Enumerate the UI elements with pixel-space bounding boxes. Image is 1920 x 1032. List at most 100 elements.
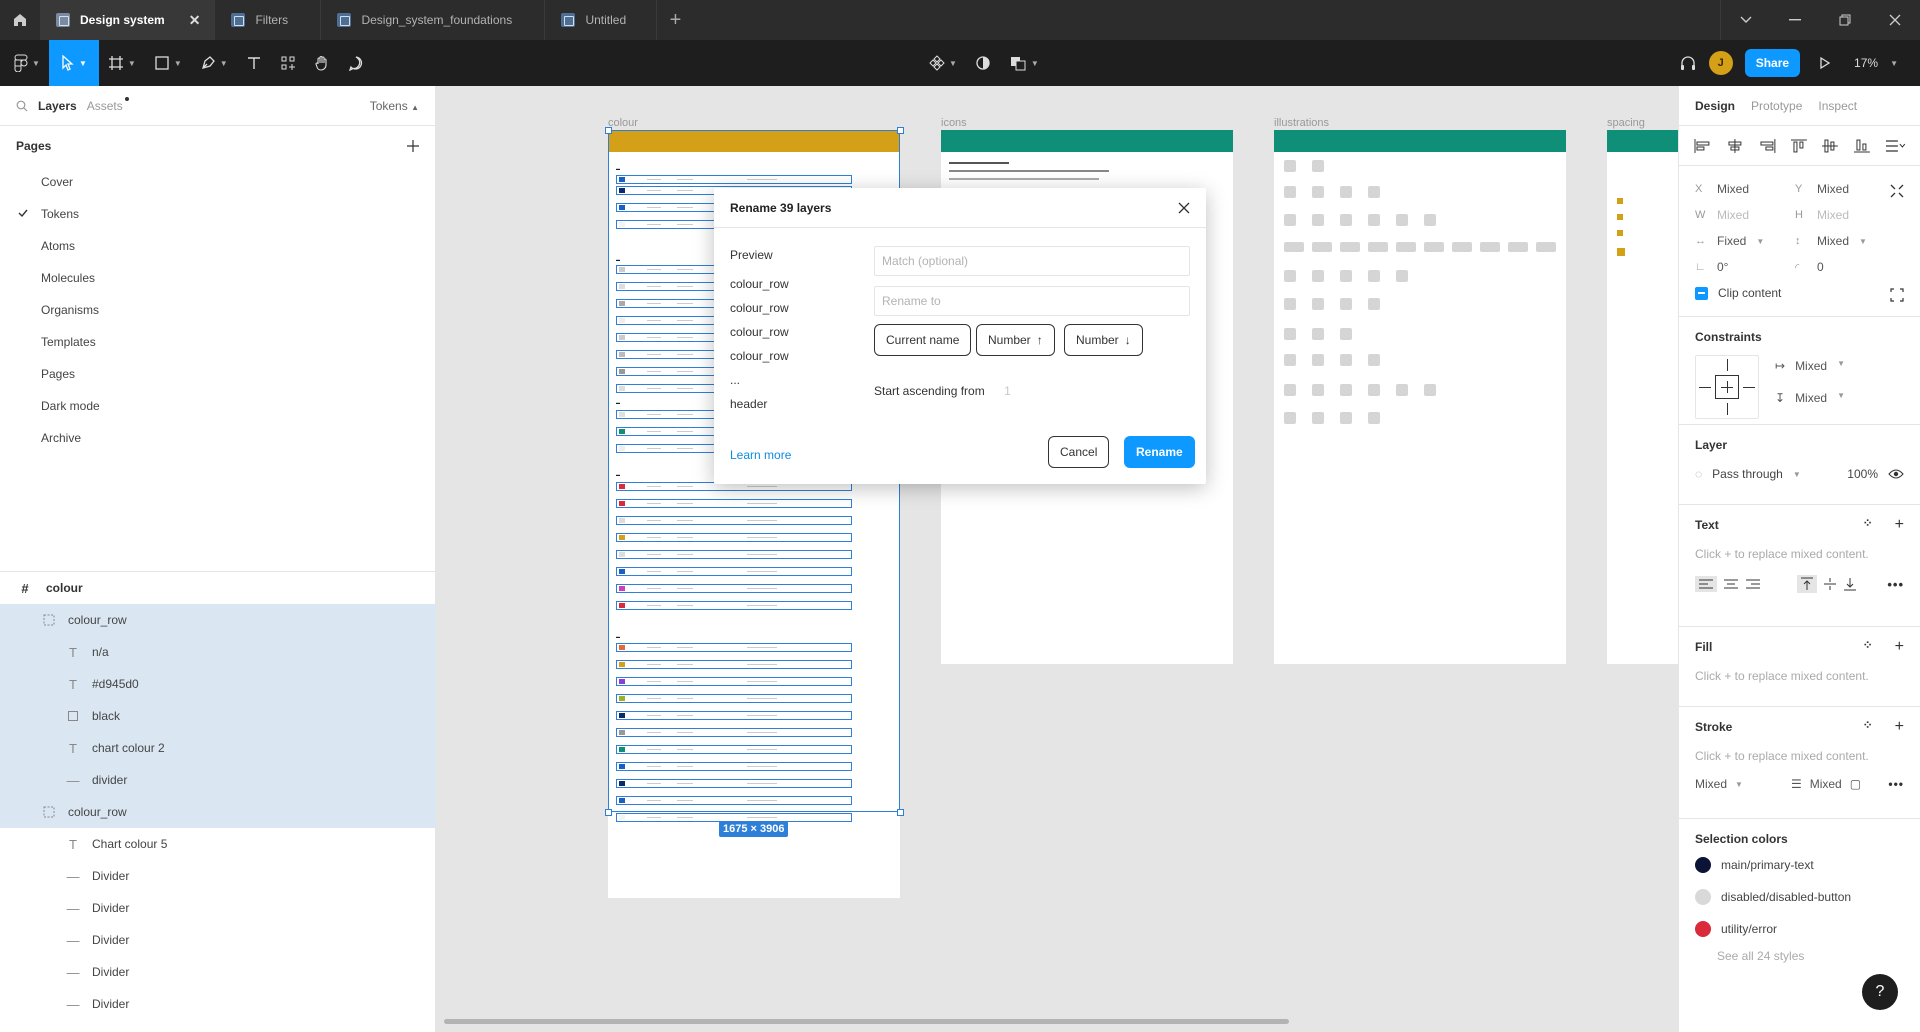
constraint-left[interactable]	[1699, 387, 1711, 388]
horizontal-scrollbar[interactable]	[444, 1019, 1289, 1024]
illustration-thumbnail[interactable]	[1340, 328, 1352, 340]
text-align-left-icon[interactable]	[1695, 576, 1717, 592]
board-label-colour[interactable]: colour	[608, 117, 638, 129]
style-grid-icon[interactable]: ⁘	[1863, 516, 1873, 534]
illustration-thumbnail[interactable]	[1396, 270, 1408, 282]
illustration-thumbnail[interactable]	[1368, 412, 1380, 424]
horizontal-constraint-select[interactable]: ↦ Mixed ▼	[1775, 359, 1845, 373]
resize-handle[interactable]	[605, 809, 612, 816]
close-tab-icon[interactable]: ✕	[189, 12, 201, 29]
illustration-thumbnail[interactable]	[1312, 186, 1324, 198]
board-illustrations[interactable]	[1274, 130, 1566, 664]
layer-frame-colour[interactable]: # colour	[0, 572, 436, 604]
illustration-thumbnail[interactable]	[1312, 412, 1324, 424]
tab-design-system[interactable]: Design system ✕	[40, 0, 216, 40]
layer-colour-row[interactable]: colour_row	[0, 796, 436, 828]
rotation-field[interactable]: ∟ 0°	[1695, 260, 1795, 274]
illustration-thumbnail[interactable]	[1284, 384, 1296, 396]
add-page-plus-icon[interactable]	[407, 140, 419, 152]
more-options-icon[interactable]: •••	[1888, 777, 1904, 791]
illustration-thumbnail[interactable]	[1284, 412, 1296, 424]
layer-text-chart-colour-5[interactable]: T Chart colour 5	[0, 828, 436, 860]
illustration-thumbnail[interactable]	[1340, 412, 1352, 424]
tab-design-system-foundations[interactable]: Design_system_foundations	[321, 0, 546, 40]
rename-button[interactable]: Rename	[1124, 436, 1195, 468]
constraint-top[interactable]	[1727, 359, 1728, 371]
board-label-spacing[interactable]: spacing	[1607, 117, 1645, 129]
minimize-icon[interactable]	[1770, 0, 1820, 40]
page-item-archive[interactable]: Archive	[0, 422, 435, 454]
illustration-thumbnail[interactable]	[1480, 242, 1500, 252]
cancel-button[interactable]: Cancel	[1048, 436, 1110, 468]
illustration-thumbnail[interactable]	[1396, 242, 1416, 252]
add-stroke-plus-icon[interactable]: +	[1895, 718, 1904, 736]
text-align-center-icon[interactable]	[1723, 578, 1739, 590]
board-label-illustrations[interactable]: illustrations	[1274, 117, 1329, 129]
illustration-thumbnail[interactable]	[1368, 214, 1380, 226]
resize-handle[interactable]	[897, 127, 904, 134]
illustration-thumbnail[interactable]	[1284, 298, 1296, 310]
illustration-thumbnail[interactable]	[1536, 242, 1556, 252]
illustration-thumbnail[interactable]	[1284, 270, 1296, 282]
avatar[interactable]: J	[1708, 51, 1733, 75]
page-item-organisms[interactable]: Organisms	[0, 294, 435, 326]
align-left-icon[interactable]	[1693, 138, 1713, 154]
layer-colour-row[interactable]: colour_row	[0, 604, 436, 636]
w-field[interactable]: W Mixed	[1695, 208, 1795, 222]
close-icon[interactable]	[1178, 202, 1190, 214]
blend-mode-select[interactable]: Pass through	[1712, 467, 1783, 481]
illustration-thumbnail[interactable]	[1312, 298, 1324, 310]
text-tool-button[interactable]	[237, 40, 271, 86]
new-tab-plus-icon[interactable]: +	[657, 0, 693, 40]
illustration-thumbnail[interactable]	[1396, 214, 1408, 226]
resources-tool-button[interactable]	[271, 40, 305, 86]
radius-field[interactable]: ◜ 0	[1795, 260, 1895, 274]
illustration-thumbnail[interactable]	[1284, 186, 1296, 198]
page-item-molecules[interactable]: Molecules	[0, 262, 435, 294]
text-align-right-icon[interactable]	[1745, 578, 1761, 590]
constrain-proportions-icon[interactable]	[1890, 184, 1904, 198]
illustration-thumbnail[interactable]	[1284, 214, 1296, 226]
stroke-weight-value[interactable]: Mixed	[1810, 777, 1842, 791]
align-right-icon[interactable]	[1757, 138, 1777, 154]
tab-prototype[interactable]: Prototype	[1751, 99, 1802, 113]
constraint-right[interactable]	[1743, 387, 1755, 388]
layer-text-na[interactable]: T n/a	[0, 636, 436, 668]
search-icon[interactable]	[16, 100, 28, 112]
illustration-thumbnail[interactable]	[1284, 160, 1296, 172]
illustration-thumbnail[interactable]	[1368, 384, 1380, 396]
page-switcher[interactable]: Tokens ▲	[370, 99, 419, 113]
illustration-thumbnail[interactable]	[1424, 242, 1444, 252]
vertical-constraint-select[interactable]: ↧ Mixed ▼	[1775, 391, 1845, 405]
illustration-thumbnail[interactable]	[1284, 328, 1296, 340]
vertical-align-middle-icon[interactable]	[1823, 577, 1837, 591]
layer-line-divider[interactable]: — Divider	[0, 988, 436, 1020]
layer-text-hex[interactable]: T #d945d0	[0, 668, 436, 700]
learn-more-link[interactable]: Learn more	[730, 448, 791, 462]
constraint-center-h[interactable]	[1721, 387, 1733, 388]
vertical-align-bottom-icon[interactable]	[1843, 577, 1857, 591]
share-button[interactable]: Share	[1744, 49, 1801, 77]
illustration-thumbnail[interactable]	[1312, 242, 1332, 252]
illustration-thumbnail[interactable]	[1312, 270, 1324, 282]
illustration-thumbnail[interactable]	[1424, 384, 1436, 396]
hand-tool-button[interactable]	[305, 40, 339, 86]
opacity-value[interactable]: 100%	[1847, 467, 1878, 481]
illustration-thumbnail[interactable]	[1368, 186, 1380, 198]
illustration-thumbnail[interactable]	[1340, 242, 1360, 252]
align-center-h-icon[interactable]	[1725, 138, 1745, 154]
illustration-thumbnail[interactable]	[1340, 186, 1352, 198]
comment-tool-button[interactable]	[339, 40, 373, 86]
page-item-pages[interactable]: Pages	[0, 358, 435, 390]
illustration-thumbnail[interactable]	[1312, 328, 1324, 340]
align-middle-v-icon[interactable]	[1820, 138, 1840, 154]
mask-button[interactable]	[966, 40, 1000, 86]
layer-rect-black[interactable]: black	[0, 700, 436, 732]
restore-icon[interactable]	[1820, 0, 1870, 40]
illustration-thumbnail[interactable]	[1368, 298, 1380, 310]
add-text-plus-icon[interactable]: +	[1895, 516, 1904, 534]
stroke-position-select[interactable]: Mixed	[1695, 777, 1727, 791]
shape-tool-button[interactable]: ▼	[145, 40, 191, 86]
illustration-thumbnail[interactable]	[1368, 270, 1380, 282]
page-item-templates[interactable]: Templates	[0, 326, 435, 358]
